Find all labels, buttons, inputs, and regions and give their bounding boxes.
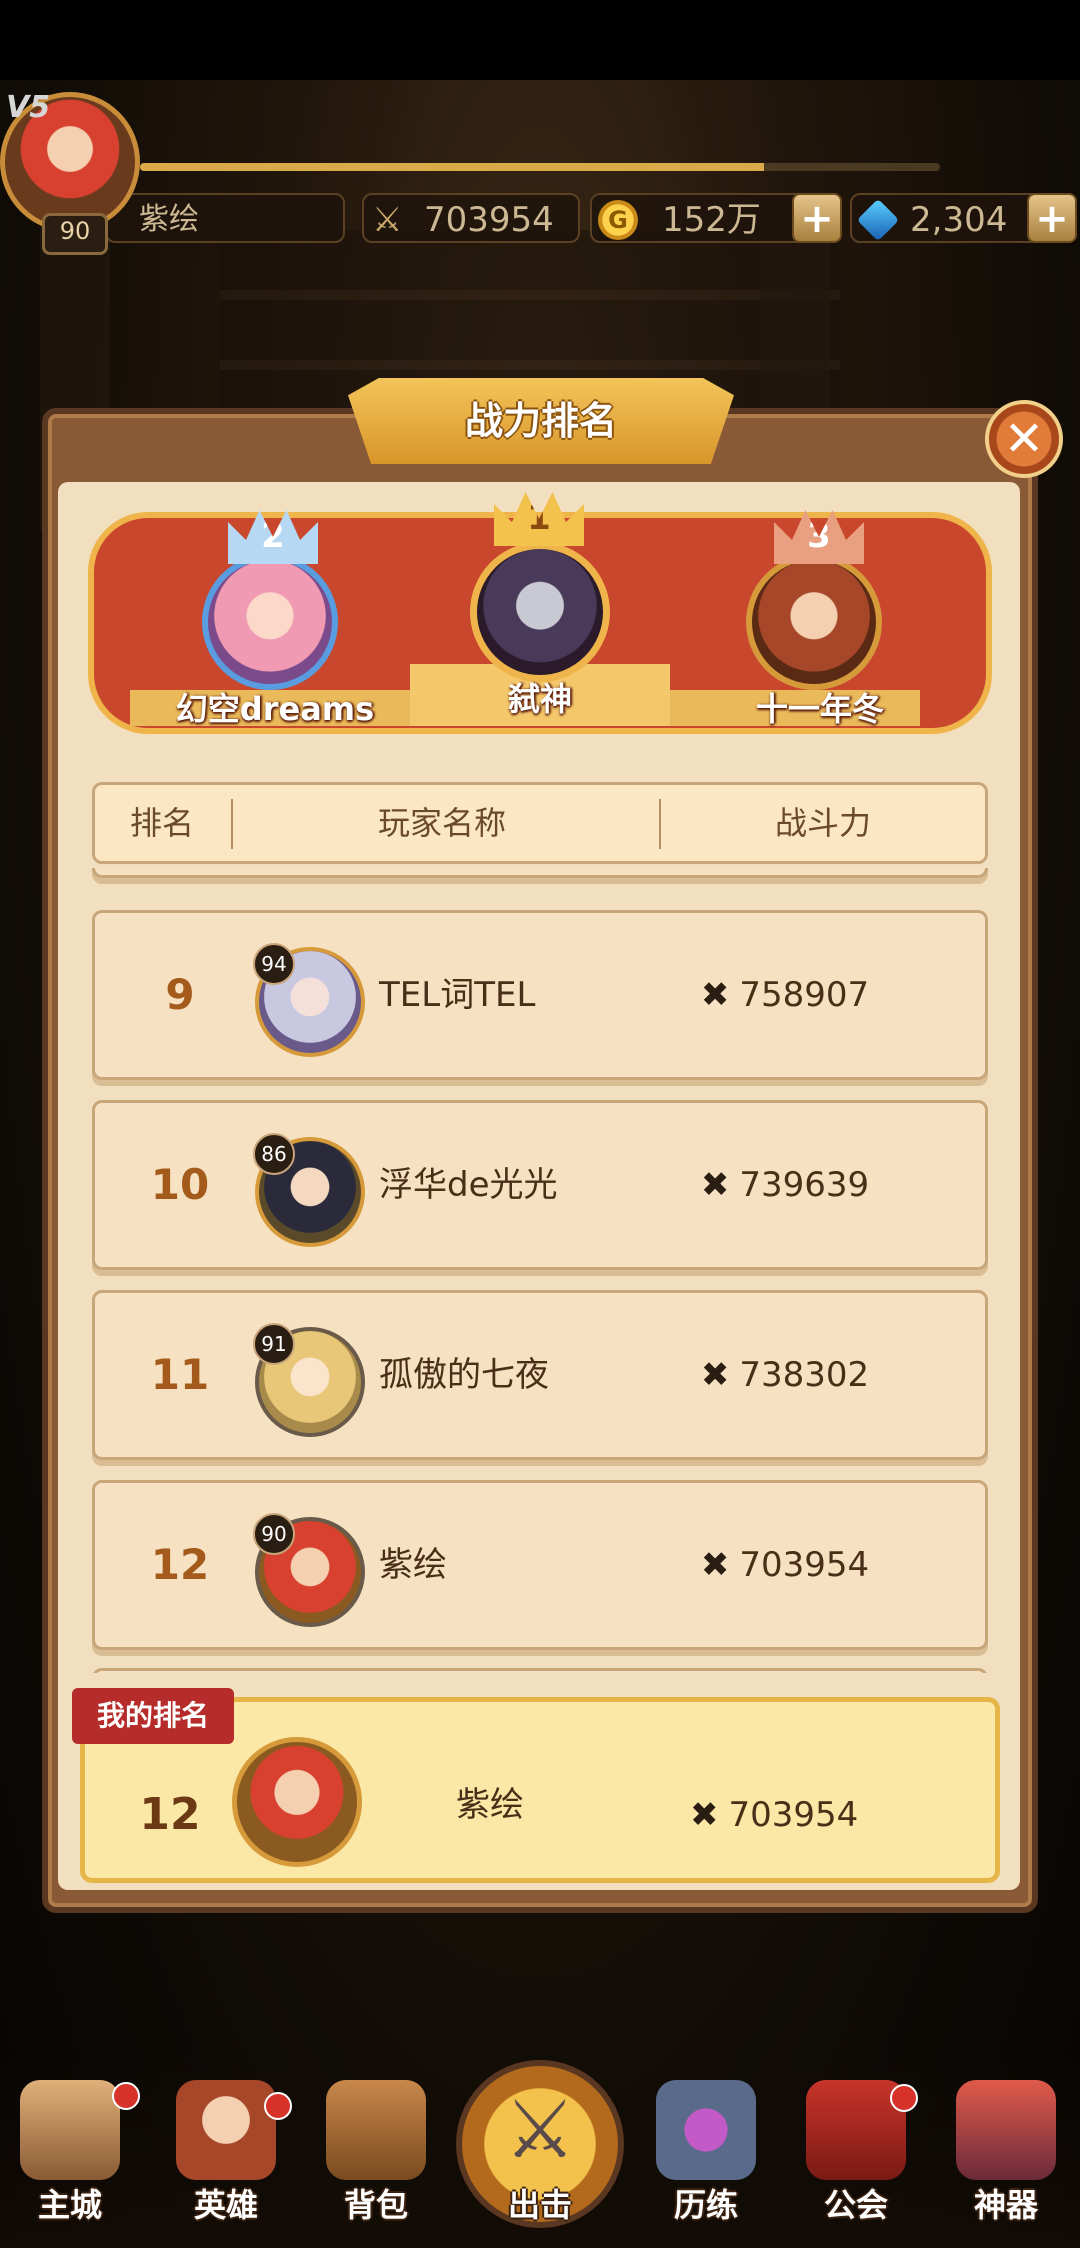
crossed-swords-icon: ✖ bbox=[700, 1165, 730, 1205]
row-power-value: 739639 bbox=[739, 1165, 870, 1205]
nav-sortie[interactable]: ⚔ 出击 bbox=[470, 2080, 610, 2240]
row-power: ✖ 739639 bbox=[625, 1103, 945, 1267]
my-avatar[interactable] bbox=[232, 1737, 362, 1867]
ranking-list[interactable]: 9 94 TEL词TEL ✖ 758907 10 86 浮华de光光 ✖ 73963… bbox=[92, 868, 988, 1673]
row-player-name: 紫绘 bbox=[379, 1545, 447, 1585]
artifact-icon bbox=[956, 2080, 1056, 2180]
power-pill: ⚔ 703954 bbox=[362, 193, 580, 243]
row-power-value: 703954 bbox=[739, 1545, 870, 1585]
crossed-swords-icon: ✖ bbox=[690, 1795, 719, 1835]
header-power: 战斗力 bbox=[774, 804, 871, 842]
add-gems-button[interactable]: + bbox=[1027, 193, 1077, 243]
hero-icon bbox=[176, 2080, 276, 2180]
nav-label: 背包 bbox=[343, 2186, 408, 2224]
player-name-pill: 紫绘 bbox=[105, 193, 345, 243]
nav-label: 出击 bbox=[507, 2186, 572, 2224]
row-power-value: 758907 bbox=[739, 975, 870, 1015]
row-rank: 10 bbox=[150, 1160, 210, 1209]
crossed-swords-icon: ⚔ bbox=[504, 2083, 576, 2176]
my-rank-tag: 我的排名 bbox=[72, 1688, 234, 1744]
header-player-name: 玩家名称 bbox=[377, 804, 506, 842]
header-rank: 排名 bbox=[129, 804, 194, 842]
row-power: ✖ 758907 bbox=[625, 913, 945, 1077]
nav-label: 公会 bbox=[823, 2186, 888, 2224]
player-level-badge: 90 bbox=[42, 213, 108, 255]
row-power: ✖ 703954 bbox=[625, 1483, 945, 1647]
podium-second-avatar[interactable] bbox=[202, 554, 338, 690]
row-power-value: 738302 bbox=[739, 1355, 870, 1395]
notification-dot bbox=[264, 2092, 292, 2120]
table-row[interactable]: 10 86 浮华de光光 ✖ 739639 bbox=[92, 1100, 988, 1270]
gold-value: 152万 bbox=[662, 200, 761, 240]
nav-label: 主城 bbox=[37, 2186, 102, 2224]
nav-backpack[interactable]: 背包 bbox=[306, 2080, 446, 2240]
xp-bar bbox=[140, 163, 940, 171]
podium-second-name: 幻空dreams bbox=[175, 690, 375, 728]
crossed-swords-icon: ⚔ bbox=[372, 200, 403, 240]
table-row-partial[interactable] bbox=[92, 868, 988, 878]
power-value: 703954 bbox=[424, 200, 554, 240]
podium-first-avatar[interactable] bbox=[470, 542, 610, 682]
nav-label: 历练 bbox=[673, 2186, 738, 2224]
my-power-value: 703954 bbox=[728, 1795, 859, 1835]
nav-label: 神器 bbox=[973, 2186, 1038, 2224]
notification-dot bbox=[890, 2084, 918, 2112]
nav-artifact[interactable]: 神器 bbox=[936, 2080, 1076, 2240]
my-player-name: 紫绘 bbox=[456, 1785, 524, 1825]
row-rank: 9 bbox=[165, 970, 195, 1019]
my-power: ✖ 703954 bbox=[690, 1770, 950, 1860]
row-player-name: 浮华de光光 bbox=[379, 1165, 558, 1205]
table-row[interactable]: 9 94 TEL词TEL ✖ 758907 bbox=[92, 910, 988, 1080]
xp-bar-fill bbox=[140, 163, 764, 171]
row-level-badge: 86 bbox=[253, 1133, 295, 1175]
gold-coin-icon: G bbox=[598, 200, 638, 240]
vip-badge: V5 bbox=[6, 90, 51, 125]
crossed-swords-icon: ✖ bbox=[700, 1545, 730, 1585]
add-gold-button[interactable]: + bbox=[792, 193, 842, 243]
gem-pill: 2,304 + bbox=[850, 193, 1077, 243]
notification-dot bbox=[112, 2082, 140, 2110]
player-name: 紫绘 bbox=[139, 202, 199, 237]
my-rank-number: 12 bbox=[139, 1789, 201, 1840]
row-power: ✖ 738302 bbox=[625, 1293, 945, 1457]
gold-pill: G 152万 + bbox=[590, 193, 842, 243]
panel-title: 战力排名 bbox=[464, 399, 617, 443]
crossed-swords-icon: ✖ bbox=[700, 1355, 730, 1395]
row-level-badge: 94 bbox=[253, 943, 295, 985]
table-row-partial[interactable] bbox=[92, 1668, 988, 1673]
row-level-badge: 90 bbox=[253, 1513, 295, 1555]
table-row[interactable]: 12 90 紫绘 ✖ 703954 bbox=[92, 1480, 988, 1650]
row-player-name: TEL词TEL bbox=[379, 975, 536, 1015]
row-player-name: 孤傲的七夜 bbox=[379, 1355, 549, 1395]
gem-icon bbox=[856, 198, 900, 242]
table-row[interactable]: 11 91 孤傲的七夜 ✖ 738302 bbox=[92, 1290, 988, 1460]
gem-value: 2,304 bbox=[910, 200, 1008, 240]
nav-training[interactable]: 历练 bbox=[636, 2080, 776, 2240]
castle-icon bbox=[20, 2080, 120, 2180]
podium-first-name: 弑神 bbox=[507, 680, 572, 718]
nav-label: 英雄 bbox=[193, 2186, 258, 2224]
ranking-table-header: 排名 玩家名称 战斗力 bbox=[92, 782, 988, 864]
close-button[interactable]: ✕ bbox=[985, 400, 1063, 478]
crossed-swords-icon: ✖ bbox=[700, 975, 730, 1015]
backpack-icon bbox=[326, 2080, 426, 2180]
portal-icon bbox=[656, 2080, 756, 2180]
row-rank: 11 bbox=[150, 1350, 210, 1399]
row-rank: 12 bbox=[150, 1540, 210, 1589]
podium-third-avatar[interactable] bbox=[746, 554, 882, 690]
top-status-bar: 紫绘 ⚔ 703954 G 152万 + 2,304 + bbox=[0, 92, 1080, 243]
row-level-badge: 91 bbox=[253, 1323, 295, 1365]
podium-third-name: 十一年冬 bbox=[755, 690, 884, 728]
